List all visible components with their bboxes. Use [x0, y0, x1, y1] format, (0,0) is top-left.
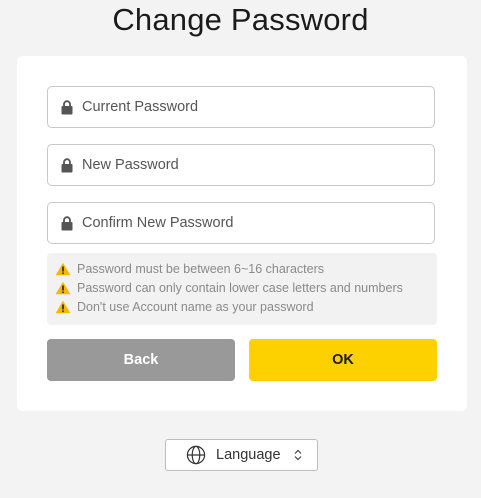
lock-icon [60, 98, 74, 116]
language-label: Language [216, 447, 281, 463]
requirement-text: Password must be between 6~16 characters [77, 261, 325, 276]
requirement-text: Don't use Account name as your password [77, 299, 314, 314]
language-selector[interactable]: Language [165, 439, 318, 471]
warning-icon [55, 262, 71, 276]
chevron-up-down-icon [293, 449, 303, 461]
new-password-input[interactable] [82, 145, 434, 185]
globe-icon [186, 445, 206, 465]
page-title: Change Password [112, 2, 369, 37]
lock-icon [60, 156, 74, 174]
requirement-item: Don't use Account name as your password [47, 297, 437, 316]
confirm-password-field[interactable] [47, 202, 435, 244]
lock-icon [60, 214, 74, 232]
requirement-text: Password can only contain lower case let… [77, 280, 403, 295]
warning-icon [55, 300, 71, 314]
confirm-password-input[interactable] [82, 203, 434, 243]
current-password-input[interactable] [82, 87, 434, 127]
password-requirements: Password must be between 6~16 characters… [47, 253, 437, 325]
new-password-field[interactable] [47, 144, 435, 186]
requirement-item: Password must be between 6~16 characters [47, 259, 437, 278]
back-button[interactable]: Back [47, 339, 235, 381]
warning-icon [55, 281, 71, 295]
current-password-field[interactable] [47, 86, 435, 128]
requirement-item: Password can only contain lower case let… [47, 278, 437, 297]
ok-button[interactable]: OK [249, 339, 437, 381]
change-password-form: Password must be between 6~16 characters… [17, 56, 467, 411]
